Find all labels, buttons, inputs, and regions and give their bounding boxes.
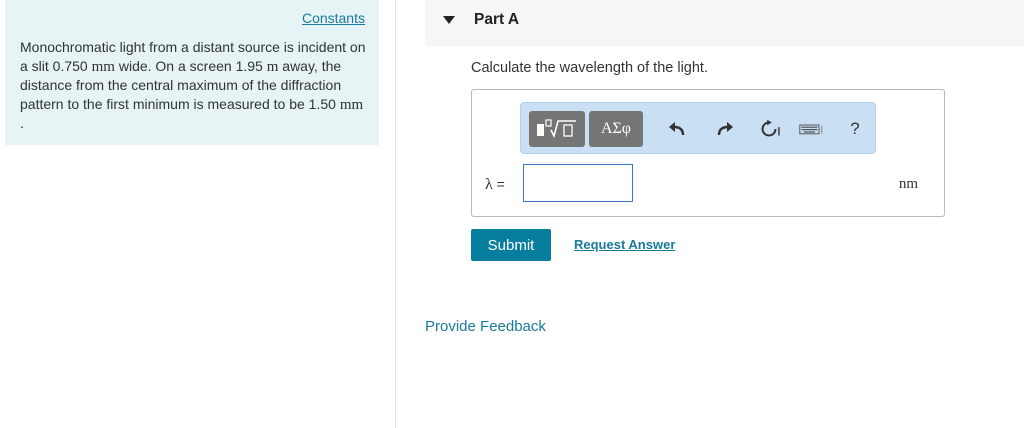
templates-icon (537, 119, 576, 139)
greek-letters-button[interactable]: ΑΣφ (589, 111, 643, 147)
lambda-symbol: λ (485, 176, 493, 193)
reset-icon (761, 119, 780, 137)
answer-variable-label: λ = (485, 176, 505, 194)
undo-icon (669, 122, 685, 136)
keyboard-icon (799, 124, 823, 135)
redo-button[interactable] (713, 117, 737, 141)
unit-mm-2: mm (339, 96, 364, 113)
help-button[interactable]: ? (843, 117, 867, 141)
problem-text-4: . (20, 115, 24, 131)
request-answer-link[interactable]: Request Answer (574, 237, 675, 252)
panel-divider (395, 0, 396, 428)
templates-button[interactable] (529, 111, 585, 147)
unit-mm-1: mm (91, 58, 115, 75)
problem-panel: Constants Monochromatic light from a dis… (5, 0, 379, 145)
greek-letters-icon: ΑΣφ (600, 120, 632, 137)
equals-sign: = (496, 176, 505, 192)
unit-m: m (266, 58, 279, 75)
help-icon: ? (850, 119, 860, 138)
math-toolbar: ΑΣφ ? (520, 102, 876, 154)
unit-label: nm (898, 176, 918, 192)
reset-button[interactable] (757, 117, 781, 141)
redo-icon (717, 122, 733, 136)
problem-statement: Monochromatic light from a distant sourc… (20, 38, 370, 133)
part-header[interactable]: Part A (425, 0, 1024, 46)
collapse-caret-icon[interactable] (443, 16, 455, 24)
constants-link[interactable]: Constants (302, 10, 365, 26)
answer-box: ΑΣφ ? λ = nm (471, 89, 945, 217)
answer-input[interactable] (523, 164, 633, 202)
submit-button[interactable]: Submit (471, 229, 551, 261)
problem-text-2: wide. On a screen 1.95 (114, 57, 267, 74)
question-text: Calculate the wavelength of the light. (471, 60, 708, 76)
undo-button[interactable] (665, 117, 689, 141)
part-title: Part A (474, 11, 520, 28)
keyboard-button[interactable] (799, 117, 823, 141)
provide-feedback-link[interactable]: Provide Feedback (425, 318, 546, 335)
